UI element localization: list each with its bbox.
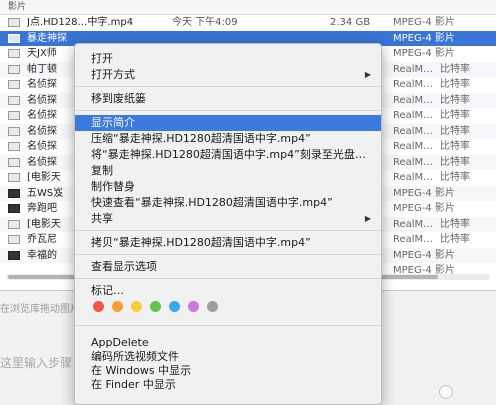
- menu-separator: [75, 230, 381, 231]
- file-bitrate: 比特率: [440, 141, 470, 152]
- file-size: 2.34 GB: [330, 17, 371, 28]
- file-kind: MPEG-4 影片: [393, 203, 455, 214]
- file-kind: MPEG-4 影片: [393, 32, 455, 44]
- menu-separator: [75, 110, 381, 111]
- video-file-icon: [8, 95, 20, 105]
- menu-item-label: 快速查看“暴走神探.HD1280超清国语中字.mp4”: [91, 196, 333, 209]
- file-bitrate: 比特率: [440, 110, 470, 121]
- menu-item[interactable]: 标记…: [75, 283, 381, 299]
- menu-item[interactable]: 查看显示选项: [75, 259, 381, 275]
- file-bitrate: 比特率: [440, 234, 470, 245]
- menu-item[interactable]: 压缩“暴走神探.HD1280超清国语中字.mp4”: [75, 131, 381, 147]
- menu-item-label: 查看显示选项: [91, 260, 157, 273]
- file-bitrate: 比特率: [440, 125, 470, 137]
- file-kind: RealM…: [393, 79, 434, 90]
- tag-color-dot[interactable]: [150, 301, 161, 312]
- video-file-icon: [8, 49, 20, 58]
- file-kind: RealM…: [393, 110, 434, 121]
- file-kind: RealM…: [393, 172, 434, 183]
- menu-item-label: 打开方式: [91, 68, 135, 81]
- menu-item-label: 标记…: [91, 284, 124, 297]
- file-kind: MPEG-4 影片: [393, 187, 455, 199]
- video-file-icon: [8, 188, 20, 198]
- menu-separator: [75, 325, 381, 326]
- file-kind: RealM…: [393, 156, 434, 168]
- file-bitrate: 比特率: [440, 172, 470, 183]
- menu-item-label: 将“暴走神探.HD1280超清国语中字.mp4”刻录至光盘…: [91, 148, 366, 161]
- menu-item[interactable]: 打开: [75, 51, 381, 67]
- video-file-icon: [8, 204, 20, 213]
- video-file-icon: [8, 219, 20, 229]
- menu-item[interactable]: 复制: [75, 163, 381, 179]
- file-bitrate: 比特率: [440, 94, 470, 106]
- file-date: 今天 下午4:09: [172, 17, 238, 28]
- list-header: 影片: [0, 0, 496, 15]
- menu-item-label: 移到废纸篓: [91, 92, 146, 105]
- tag-color-dot[interactable]: [93, 301, 104, 312]
- menu-item-label: 压缩“暴走神探.HD1280超清国语中字.mp4”: [91, 132, 311, 145]
- file-kind: MPEG-4 影片: [393, 48, 455, 59]
- tag-color-dot[interactable]: [207, 301, 218, 312]
- file-bitrate: 比特率: [440, 156, 470, 168]
- video-file-icon: [8, 126, 20, 136]
- menu-item-label: 制作替身: [91, 180, 135, 193]
- step-input-placeholder[interactable]: 这里输入步骤: [0, 354, 72, 371]
- video-file-icon: [8, 33, 20, 43]
- tag-color-dot[interactable]: [131, 301, 142, 312]
- video-file-icon: [8, 80, 20, 89]
- menu-item-label: 拷贝“暴走神探.HD1280超清国语中字.mp4”: [91, 236, 311, 249]
- file-bitrate: 比特率: [440, 79, 470, 90]
- video-file-icon: [8, 111, 20, 120]
- context-menu: 打开打开方式 ▶ 移到废纸篓显示简介压缩“暴走神探.HD1280超清国语中字.mp4…: [74, 43, 382, 405]
- menu-item[interactable]: 拷贝“暴走神探.HD1280超清国语中字.mp4”: [75, 235, 381, 251]
- menu-item-label: 显示简介: [91, 116, 135, 129]
- menu-item[interactable]: 显示简介: [75, 115, 381, 131]
- menu-item[interactable]: 共享 ▶: [75, 211, 381, 227]
- menu-item[interactable]: 快速查看“暴走神探.HD1280超清国语中字.mp4”: [75, 195, 381, 211]
- menu-item[interactable]: 制作替身: [75, 179, 381, 195]
- file-kind: RealM…: [393, 218, 434, 230]
- file-kind: RealM…: [393, 94, 434, 106]
- video-file-icon: [8, 18, 20, 27]
- tag-color-dot[interactable]: [112, 301, 123, 312]
- menu-separator: [75, 254, 381, 255]
- menu-item-label: 共享: [91, 212, 113, 225]
- file-kind: RealM…: [393, 63, 434, 75]
- tag-color-dot[interactable]: [188, 301, 199, 312]
- video-file-icon: [8, 250, 20, 260]
- service-menu-item[interactable]: 在 Finder 中显示: [75, 377, 381, 393]
- file-kind: RealM…: [393, 234, 434, 245]
- page-scroll-knob[interactable]: [439, 385, 453, 399]
- tag-color-dot[interactable]: [169, 301, 180, 312]
- file-bitrate: 比特率: [440, 63, 470, 75]
- menu-item[interactable]: 将“暴走神探.HD1280超清国语中字.mp4”刻录至光盘…: [75, 147, 381, 163]
- file-kind: MPEG-4 影片: [393, 249, 455, 261]
- file-kind: MPEG-4 影片: [393, 17, 455, 28]
- video-file-icon: [8, 64, 20, 74]
- file-bitrate: 比特率: [440, 218, 470, 230]
- file-kind: RealM…: [393, 141, 434, 152]
- section-title: 影片: [8, 2, 27, 12]
- menu-item-label: 打开: [91, 52, 113, 65]
- menu-item[interactable]: 打开方式 ▶: [75, 67, 381, 83]
- video-file-icon: [8, 235, 20, 244]
- submenu-arrow-icon: ▶: [364, 214, 371, 223]
- video-file-icon: [8, 142, 20, 151]
- file-kind: RealM…: [393, 125, 434, 137]
- menu-item[interactable]: 移到废纸篓: [75, 91, 381, 107]
- video-file-icon: [8, 157, 20, 167]
- menu-separator: [75, 86, 381, 87]
- submenu-arrow-icon: ▶: [364, 70, 371, 79]
- background-hint-text: 在浏览库拖动图片: [0, 304, 80, 315]
- menu-separator: [75, 278, 381, 279]
- menu-item-label: 复制: [91, 164, 113, 177]
- file-name: J点.HD128…中字.mp4: [27, 17, 134, 28]
- file-row[interactable]: J点.HD128…中字.mp4 今天 下午4:09 2.34 GB MPEG-4 影片: [0, 15, 496, 30]
- video-file-icon: [8, 173, 20, 182]
